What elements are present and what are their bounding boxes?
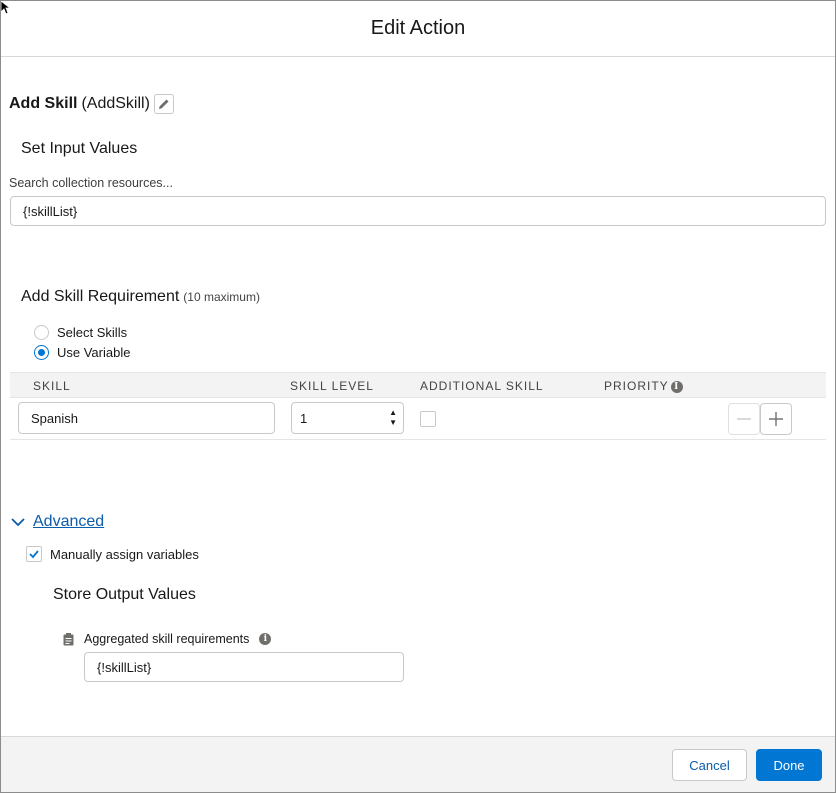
set-input-values-heading: Set Input Values [21,140,138,157]
action-name: Add Skill [9,95,78,112]
additional-skill-checkbox[interactable] [420,411,436,427]
stepper-arrows-icon[interactable]: ▲ ▼ [389,408,397,428]
skill-level-value: 1 [300,410,308,426]
pencil-icon [158,99,169,109]
cancel-button[interactable]: Cancel [672,749,747,781]
collection-search-input[interactable]: {!skillList} [10,196,826,226]
manual-assign-checkbox[interactable] [26,546,42,562]
radio-button[interactable] [34,325,49,340]
edit-action-modal: Edit Action Add Skill (AddSkill) Set Inp… [0,0,836,793]
store-output-heading: Store Output Values [53,586,196,603]
column-header-skill: SKILL [33,379,71,393]
skill-input[interactable]: Spanish [18,402,275,434]
output-field-label-text: Aggregated skill requirements [84,632,250,646]
info-icon[interactable]: i [670,380,683,393]
radio-label: Select Skills [57,325,128,340]
info-icon[interactable]: i [259,633,272,645]
minus-icon [737,418,751,420]
table-row-divider [10,439,826,440]
modal-header: Edit Action [1,1,835,57]
modal-footer: Cancel Done [1,736,835,792]
output-variable-input[interactable]: {!skillList} [84,652,404,682]
add-row-button[interactable] [760,403,792,435]
column-header-additional-skill: ADDITIONAL SKILL [420,379,544,393]
edit-label-button[interactable] [153,94,174,114]
search-collection-label: Search collection resources... [9,176,173,190]
column-header-priority-label: PRIORITY [604,379,669,393]
column-header-priority: PRIORITY i [604,379,683,393]
manual-assign-row[interactable]: Manually assign variables [26,546,199,562]
skill-level-select[interactable]: 1 ▲ ▼ [291,402,404,434]
radio-select-skills[interactable]: Select Skills [34,325,127,340]
modal-title: Edit Action [370,17,466,39]
plus-icon [769,412,783,426]
clipboard-icon [63,632,74,645]
arrow-down-icon[interactable]: ▼ [389,418,397,428]
action-title: Add Skill (AddSkill) [9,94,174,114]
manual-assign-label: Manually assign variables [50,546,199,562]
radio-label: Use Variable [57,345,131,360]
remove-row-button[interactable] [728,403,760,435]
check-icon [29,550,39,559]
skill-requirement-max-note: (10 maximum) [183,290,260,304]
chevron-down-icon [11,518,25,527]
advanced-section-toggle[interactable]: Advanced [11,513,104,531]
advanced-link[interactable]: Advanced [33,513,104,531]
skills-table-header: SKILL SKILL LEVEL ADDITIONAL SKILL PRIOR… [10,372,826,398]
action-api-name: (AddSkill) [81,95,150,112]
radio-use-variable[interactable]: Use Variable [34,345,130,360]
output-field-label: Aggregated skill requirements i [63,632,272,646]
skill-requirement-heading: Add Skill Requirement (10 maximum) [21,288,260,306]
done-button[interactable]: Done [756,749,822,781]
column-header-skill-level: SKILL LEVEL [290,379,374,393]
arrow-up-icon[interactable]: ▲ [389,408,397,418]
skill-requirement-title: Add Skill Requirement [21,288,180,305]
radio-button[interactable] [34,345,49,360]
